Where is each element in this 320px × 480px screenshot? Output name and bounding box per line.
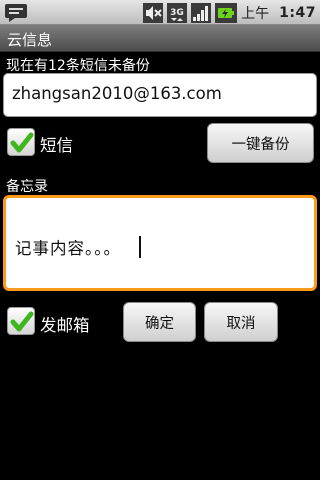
title-bar: 云信息 bbox=[0, 25, 320, 52]
3g-signal-icon: 3G bbox=[167, 2, 188, 23]
send-mailbox-label: 发邮箱 bbox=[40, 316, 90, 335]
ampm-indicator: 上午 bbox=[241, 5, 270, 22]
battery-icon bbox=[215, 2, 238, 23]
signal-strength-icon bbox=[191, 2, 212, 23]
sms-checkbox[interactable] bbox=[7, 128, 35, 156]
memo-textarea[interactable]: 记事内容。。。 bbox=[3, 195, 317, 291]
email-field[interactable]: zhangsan2010@163.com bbox=[3, 73, 317, 117]
sms-label: 短信 bbox=[40, 136, 73, 155]
check-icon bbox=[10, 132, 34, 153]
app-title: 云信息 bbox=[7, 31, 53, 49]
notification-icon[interactable] bbox=[4, 3, 30, 22]
network-label: 3G bbox=[170, 8, 184, 18]
memo-label: 备忘录 bbox=[6, 179, 48, 195]
cancel-button[interactable]: 取消 bbox=[204, 302, 278, 342]
check-icon bbox=[10, 311, 34, 332]
confirm-button[interactable]: 确定 bbox=[123, 302, 196, 342]
memo-content: 记事内容。。。 bbox=[15, 239, 121, 258]
one-click-backup-button[interactable]: 一键备份 bbox=[207, 123, 314, 163]
status-bar: 3G 上午 1:47 bbox=[0, 0, 320, 25]
send-mailbox-checkbox[interactable] bbox=[7, 307, 35, 335]
clock: 1:47 bbox=[279, 4, 316, 21]
status-icons: 3G 上午 1:47 bbox=[143, 2, 316, 23]
text-cursor bbox=[139, 236, 141, 258]
unbackup-count-text: 现在有12条短信未备份 bbox=[6, 58, 150, 74]
mute-icon bbox=[143, 2, 164, 23]
